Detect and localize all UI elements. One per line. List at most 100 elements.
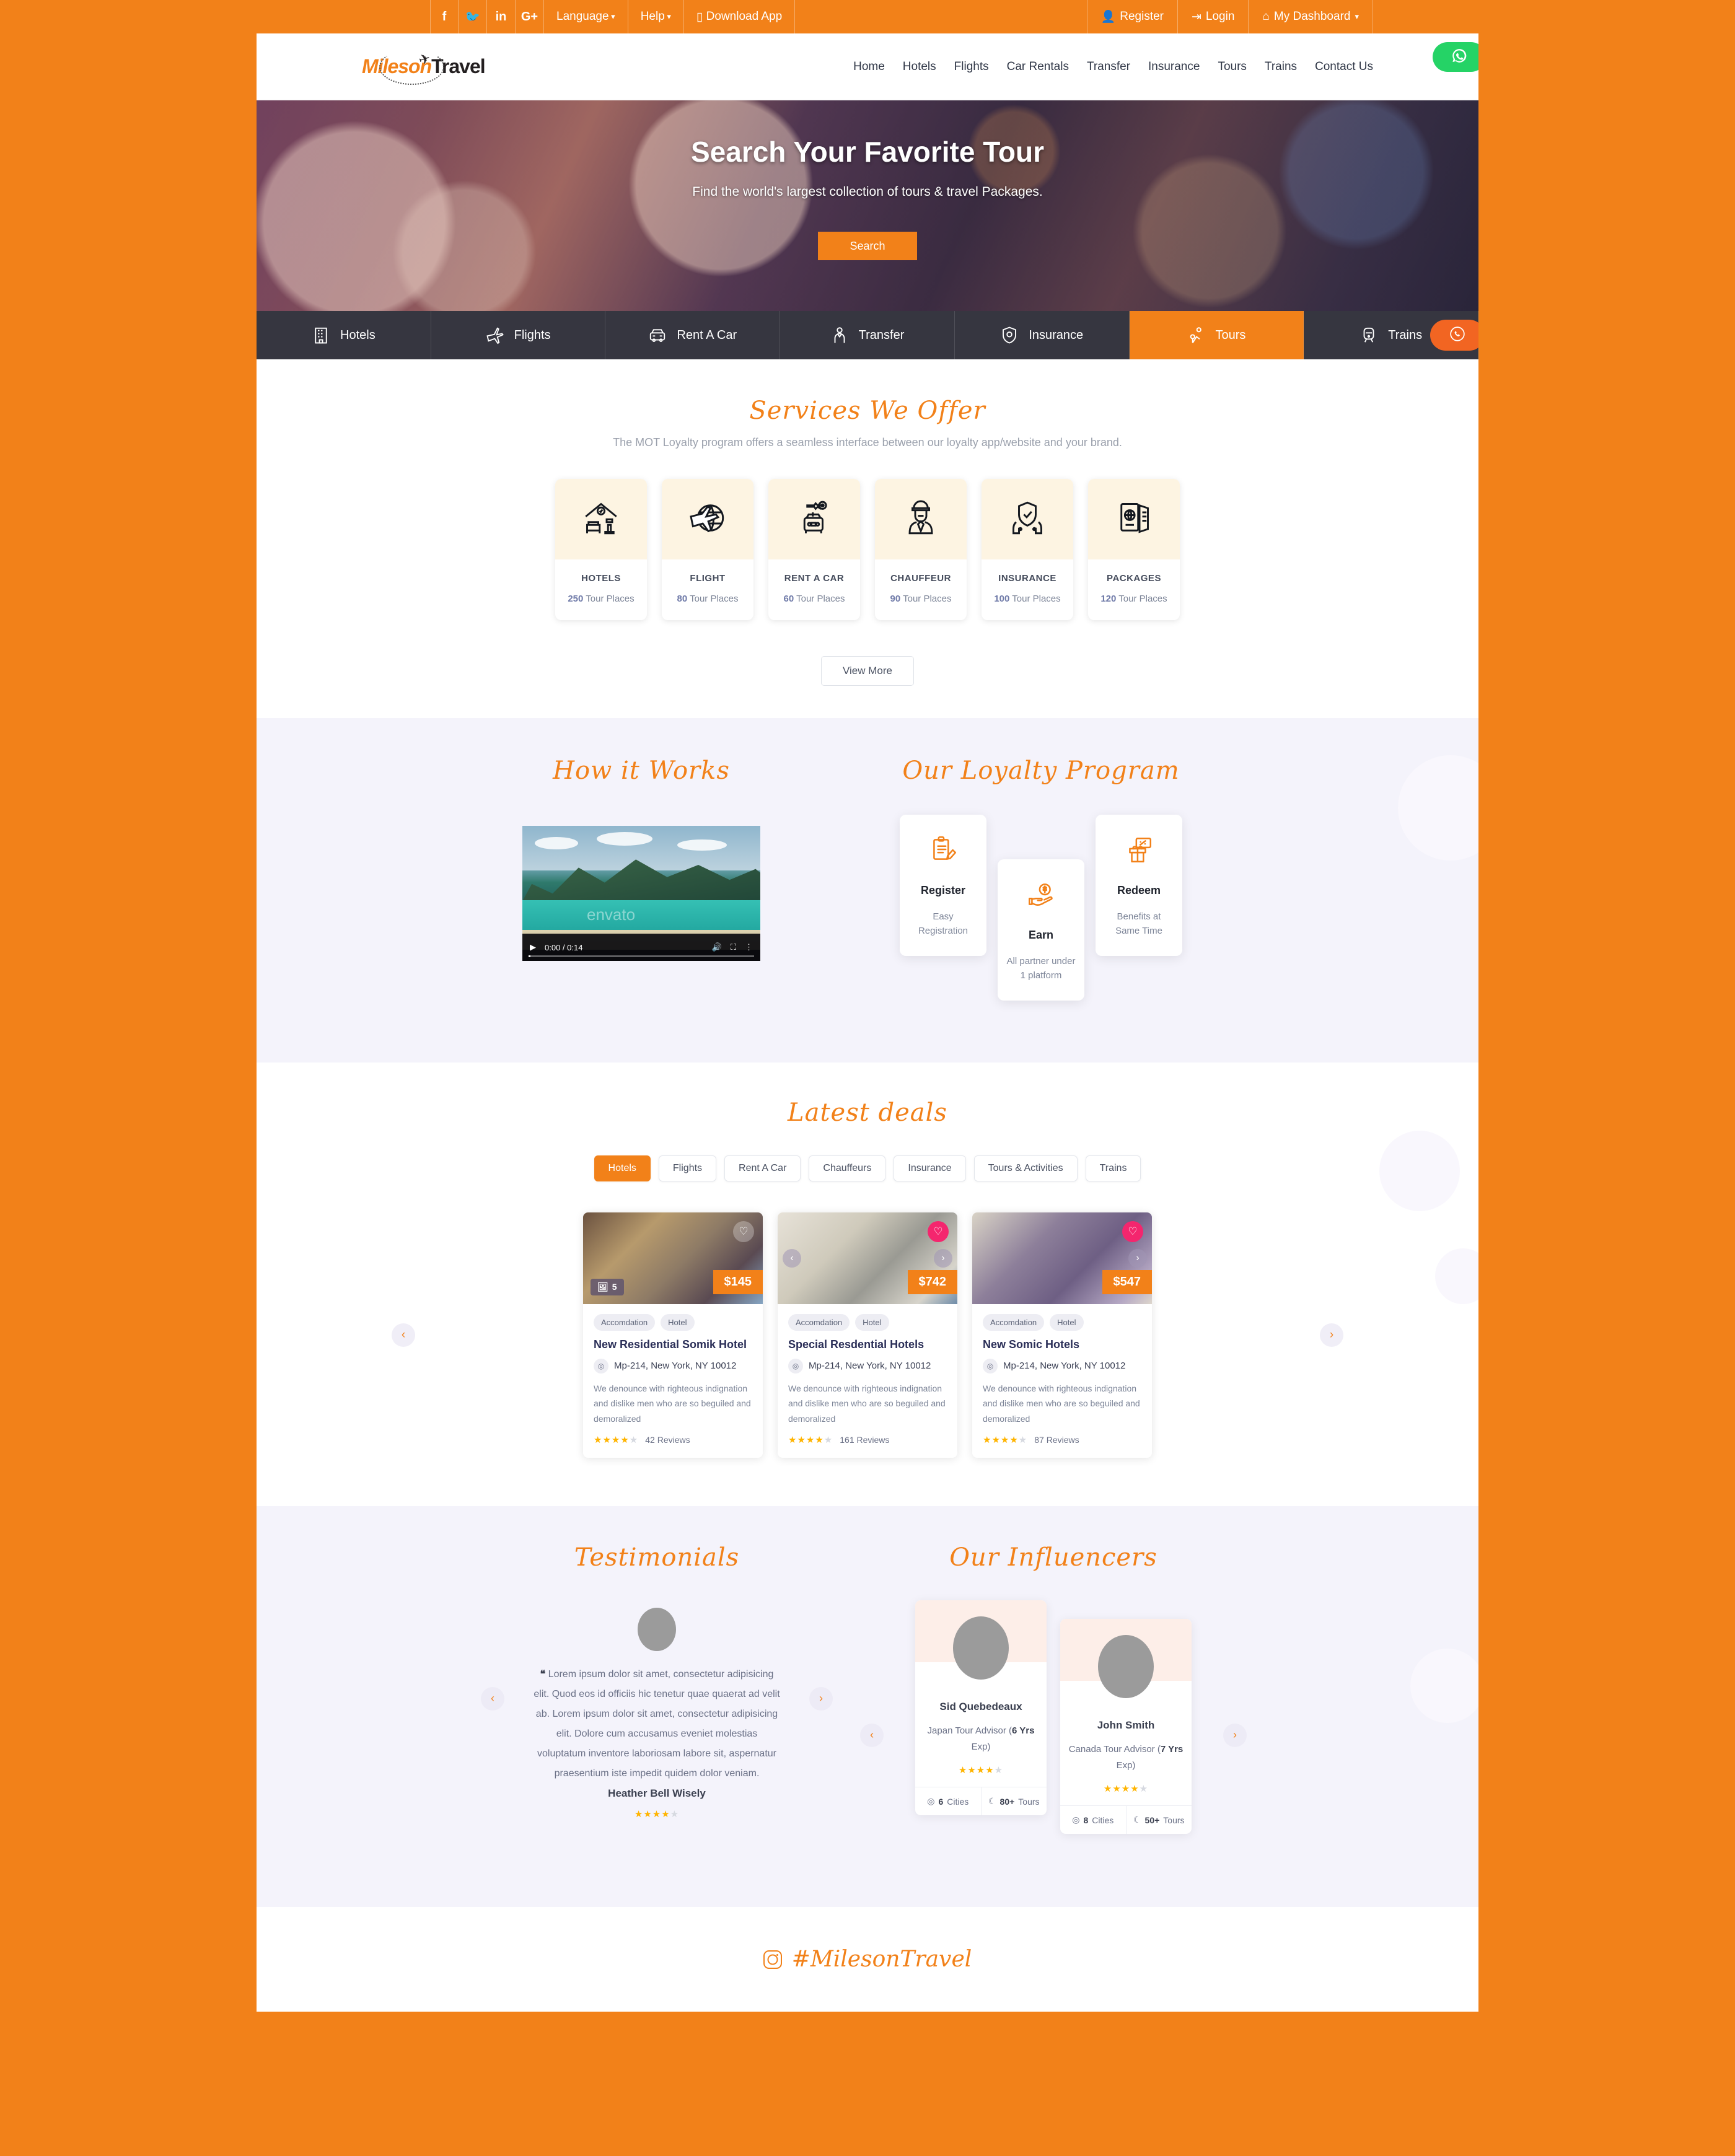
- service-tab-hotels[interactable]: Hotels: [257, 311, 431, 359]
- video-progress-bar[interactable]: [529, 955, 754, 957]
- service-card-count-unit: Tour Places: [903, 594, 952, 604]
- favorite-heart-icon[interactable]: ♡: [733, 1220, 754, 1242]
- loyalty-card-redeem[interactable]: Redeem Benefits at Same Time: [1096, 815, 1182, 956]
- influencer-role: Canada Tour Advisor (7 Yrs Exp): [1068, 1742, 1184, 1773]
- volume-icon[interactable]: 🔊: [712, 942, 722, 952]
- twitter-icon[interactable]: 🐦: [459, 0, 487, 33]
- deals-prev-arrow[interactable]: ‹: [392, 1323, 415, 1347]
- service-card-name: INSURANCE: [998, 573, 1056, 584]
- influencer-star-rating: ★★★★★: [958, 1765, 1004, 1776]
- page-root: f 🐦 in G+ Language ▾ Help ▾ ▯ Download A…: [257, 0, 1478, 2012]
- testimonial-prev-arrow[interactable]: ‹: [481, 1686, 504, 1711]
- how-it-works-video[interactable]: envato ▶ 0:00 / 0:14 🔊 ⛶ ⋮: [522, 826, 760, 961]
- influencer-tours-value: 50+: [1144, 1815, 1160, 1825]
- favorite-heart-icon[interactable]: ♡: [1122, 1220, 1143, 1242]
- loyalty-card-desc: All partner under 1 platform: [1006, 956, 1076, 981]
- site-logo[interactable]: ✈ MilesonTravel: [362, 45, 486, 89]
- deal-rating-row: ★★★★★ 161 Reviews: [788, 1434, 947, 1445]
- influencers-next-arrow[interactable]: ›: [1223, 1723, 1247, 1747]
- deal-tab-insurance[interactable]: Insurance: [894, 1155, 966, 1181]
- register-link[interactable]: 👤 Register: [1086, 0, 1178, 33]
- nav-item-transfer[interactable]: Transfer: [1087, 60, 1130, 74]
- my-dashboard-dropdown[interactable]: ⌂ My Dashboard ▾: [1249, 0, 1373, 33]
- nav-item-flights[interactable]: Flights: [954, 60, 989, 74]
- more-options-icon[interactable]: ⋮: [745, 942, 753, 952]
- facebook-icon[interactable]: f: [430, 0, 459, 33]
- download-app-link[interactable]: ▯ Download App: [684, 0, 796, 33]
- whatsapp-floating-button[interactable]: [1433, 42, 1478, 72]
- influencer-card-body: Sid Quebedeaux Japan Tour Advisor (6 Yrs…: [915, 1662, 1047, 1787]
- nav-item-home[interactable]: Home: [853, 60, 885, 74]
- nav-item-tours[interactable]: Tours: [1218, 60, 1246, 74]
- service-card-rent-a-car[interactable]: RENT A CAR 60 Tour Places: [768, 479, 860, 620]
- play-icon[interactable]: ▶: [530, 942, 536, 952]
- influencers-prev-arrow[interactable]: ‹: [860, 1723, 884, 1747]
- fullscreen-icon[interactable]: ⛶: [731, 942, 736, 952]
- call-floating-button[interactable]: [1430, 320, 1478, 351]
- instagram-hashtag-link[interactable]: #MilesonTravel: [763, 1947, 972, 1972]
- language-dropdown[interactable]: Language ▾: [544, 0, 628, 33]
- service-card-chauffeur[interactable]: CHAUFFEUR 90 Tour Places: [875, 479, 967, 620]
- service-tab-rent-a-car[interactable]: Rent A Car: [605, 311, 781, 359]
- service-card-insurance[interactable]: INSURANCE 100 Tour Places: [982, 479, 1073, 620]
- service-card-count-unit: Tour Places: [586, 594, 635, 604]
- nav-item-contact-us[interactable]: Contact Us: [1315, 60, 1373, 74]
- influencer-card[interactable]: Sid Quebedeaux Japan Tour Advisor (6 Yrs…: [915, 1600, 1047, 1815]
- login-link[interactable]: ⇥ Login: [1178, 0, 1249, 33]
- testimonial-avatar: [638, 1608, 676, 1651]
- service-tab-flights[interactable]: Flights: [431, 311, 606, 359]
- google-plus-icon[interactable]: G+: [516, 0, 544, 33]
- service-card-hotels[interactable]: HOTELS 250 Tour Places: [555, 479, 647, 620]
- influencer-tours-value: 80+: [999, 1796, 1015, 1807]
- deal-tab-chauffeurs[interactable]: Chauffeurs: [809, 1155, 886, 1181]
- star-rating: ★★★★★: [788, 1435, 833, 1445]
- deal-tab-trains[interactable]: Trains: [1085, 1155, 1141, 1181]
- image-next-arrow[interactable]: ›: [1128, 1248, 1147, 1268]
- linkedin-icon[interactable]: in: [487, 0, 516, 33]
- nav-item-insurance[interactable]: Insurance: [1148, 60, 1200, 74]
- deal-card-body: Accomdation Hotel New Somic Hotels ◎ Mp-…: [972, 1304, 1152, 1458]
- service-card-flight[interactable]: FLIGHT 80 Tour Places: [662, 479, 753, 620]
- deal-card[interactable]: ♡ ‹ › $742 Accomdation Hotel Special Res…: [778, 1212, 957, 1458]
- image-prev-arrow[interactable]: ‹: [783, 1248, 801, 1268]
- passport-ticket-icon: [1112, 496, 1156, 543]
- service-card-packages[interactable]: PACKAGES 120 Tour Places: [1088, 479, 1180, 620]
- deal-title[interactable]: Special Resdential Hotels: [788, 1338, 947, 1351]
- deal-tab-hotels[interactable]: Hotels: [594, 1155, 651, 1181]
- photo-count-badge: 🖼 5: [591, 1278, 624, 1295]
- video-cloud: [677, 839, 727, 851]
- favorite-heart-icon[interactable]: ♡: [928, 1220, 949, 1242]
- nav-item-hotels[interactable]: Hotels: [903, 60, 936, 74]
- service-tab-transfer[interactable]: Transfer: [780, 311, 955, 359]
- hero-search-button[interactable]: Search: [818, 232, 917, 260]
- influencer-card[interactable]: John Smith Canada Tour Advisor (7 Yrs Ex…: [1060, 1619, 1192, 1834]
- linkedin-glyph: in: [495, 9, 507, 24]
- deal-tab-flights[interactable]: Flights: [658, 1155, 717, 1181]
- deal-card-image: ♡ 🖼 5 $145: [583, 1212, 763, 1304]
- loyalty-card-register[interactable]: Register Easy Registration: [900, 815, 986, 956]
- loyalty-card-title: Register: [920, 884, 966, 896]
- loyalty-card-earn[interactable]: Earn All partner under 1 platform: [998, 859, 1084, 1001]
- deal-title[interactable]: New Somic Hotels: [983, 1338, 1141, 1351]
- deal-rating-row: ★★★★★ 87 Reviews: [983, 1434, 1141, 1445]
- deal-card[interactable]: ♡ 🖼 5 $145 Accomdation Hotel New Resident…: [583, 1212, 763, 1458]
- service-tab-insurance[interactable]: Insurance: [955, 311, 1130, 359]
- service-tab-tours[interactable]: Tours: [1129, 311, 1304, 359]
- deal-tab-rent-a-car[interactable]: Rent A Car: [724, 1155, 801, 1181]
- testimonial-next-arrow[interactable]: ›: [809, 1686, 833, 1711]
- deal-title[interactable]: New Residential Somik Hotel: [594, 1338, 752, 1351]
- influencer-cities-label: Cities: [947, 1796, 969, 1807]
- testimonial-star-rating: ★★★★★: [634, 1809, 680, 1820]
- deals-next-arrow[interactable]: ›: [1320, 1323, 1343, 1347]
- view-more-button[interactable]: View More: [821, 656, 914, 686]
- service-card-count-unit: Tour Places: [690, 594, 739, 604]
- instagram-section: #MilesonTravel: [257, 1907, 1478, 2012]
- help-dropdown[interactable]: Help ▾: [628, 0, 684, 33]
- service-card-icon-area: [982, 479, 1073, 559]
- nav-item-trains[interactable]: Trains: [1265, 60, 1297, 74]
- car-icon: [648, 325, 667, 345]
- deal-tab-tours-activities[interactable]: Tours & Activities: [973, 1155, 1078, 1181]
- deal-card[interactable]: ♡ › $547 Accomdation Hotel New Somic Hot…: [972, 1212, 1152, 1458]
- image-next-arrow[interactable]: ›: [934, 1248, 952, 1268]
- nav-item-car-rentals[interactable]: Car Rentals: [1007, 60, 1069, 74]
